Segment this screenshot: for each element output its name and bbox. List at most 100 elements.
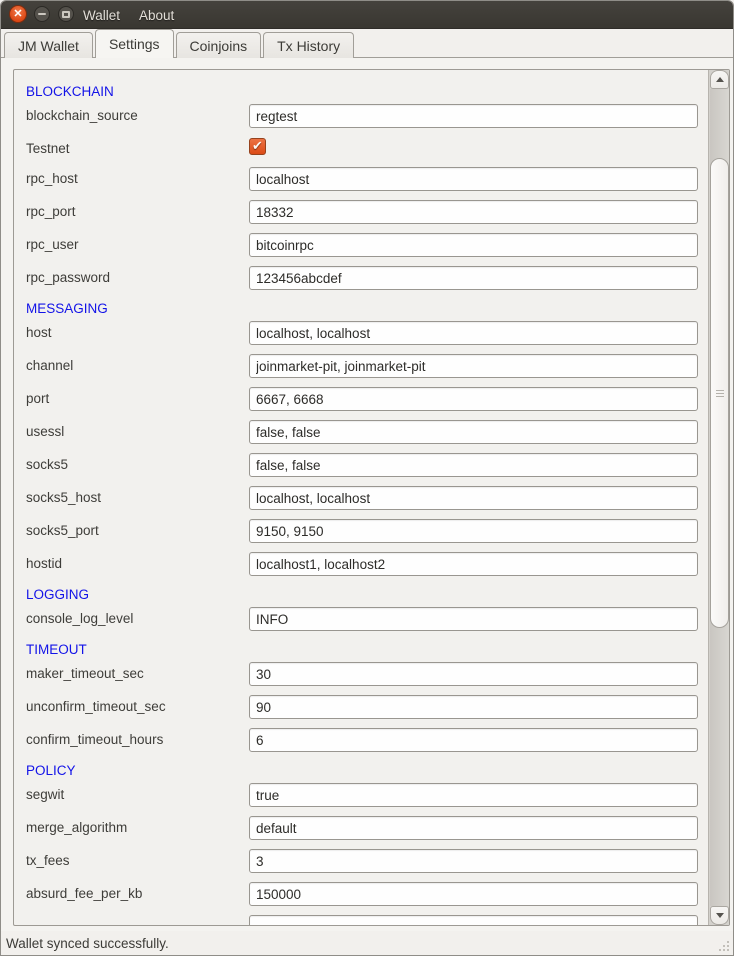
tab-coinjoins[interactable]: Coinjoins <box>176 32 262 58</box>
arrow-down-icon <box>716 913 724 918</box>
field-label: hostid <box>26 552 62 576</box>
menu-about[interactable]: About <box>137 8 176 23</box>
maker-timeout-sec-input[interactable] <box>249 662 698 686</box>
field-label: tx_fees <box>26 849 70 873</box>
close-icon: ✕ <box>13 9 22 20</box>
field-label: socks5 <box>26 453 68 477</box>
rpc-port-input[interactable] <box>249 200 698 224</box>
menubar: Wallet About <box>81 1 176 29</box>
field-label: channel <box>26 354 73 378</box>
rpc-host-input[interactable] <box>249 167 698 191</box>
resize-grip-icon[interactable] <box>727 949 729 951</box>
tab-settings[interactable]: Settings <box>95 29 174 58</box>
minimize-button[interactable] <box>34 6 50 22</box>
field-label: console_log_level <box>26 607 133 631</box>
scrollbar-down-button[interactable] <box>710 906 729 925</box>
field-label: port <box>26 387 49 411</box>
tx-fees-input[interactable] <box>249 849 698 873</box>
absurd-fee-per-kb-input[interactable] <box>249 882 698 906</box>
close-button[interactable]: ✕ <box>9 5 27 23</box>
unconfirm-timeout-sec-input[interactable] <box>249 695 698 719</box>
tab-pane: BLOCKCHAINblockchain_source Testnet ✔ rpc_h… <box>1 57 734 932</box>
section-header-logging: LOGGING <box>14 585 708 607</box>
settings-row: merge_algorithm <box>14 816 708 849</box>
section-header-policy: POLICY <box>14 761 708 783</box>
settings-row: tx_fees <box>14 849 708 882</box>
grip-icon <box>716 393 724 394</box>
field-label: blockchain_source <box>26 104 138 128</box>
settings-row: segwit <box>14 783 708 816</box>
settings-row: socks5_port <box>14 519 708 552</box>
blockchain-source-input[interactable] <box>249 104 698 128</box>
field-label: rpc_password <box>26 266 110 290</box>
tab-jm-wallet[interactable]: JM Wallet <box>4 32 93 58</box>
settings-row: rpc_port <box>14 200 708 233</box>
console-log-level-input[interactable] <box>249 607 698 631</box>
field-label: unconfirm_timeout_sec <box>26 695 166 719</box>
field-label: rpc_user <box>26 233 79 257</box>
field-label: rpc_host <box>26 167 78 191</box>
tab-label: Coinjoins <box>190 38 248 54</box>
settings-row: maker_timeout_sec <box>14 662 708 695</box>
section-header-timeout: TIMEOUT <box>14 640 708 662</box>
hostid-input[interactable] <box>249 552 698 576</box>
tab-label: Tx History <box>277 38 340 54</box>
field-label: usessl <box>26 420 64 444</box>
socks5-port-input[interactable] <box>249 519 698 543</box>
settings-row: socks5_host <box>14 486 708 519</box>
field-label: absurd_fee_per_kb <box>26 882 142 906</box>
arrow-up-icon <box>716 77 724 82</box>
minimize-icon <box>38 13 46 15</box>
settings-row <box>14 915 708 925</box>
section-header-blockchain: BLOCKCHAIN <box>14 82 708 104</box>
settings-row: rpc_user <box>14 233 708 266</box>
tab-label: Settings <box>109 36 160 52</box>
settings-row: rpc_host <box>14 167 708 200</box>
settings-row: channel <box>14 354 708 387</box>
settings-row: port <box>14 387 708 420</box>
socks5-input[interactable] <box>249 453 698 477</box>
confirm-timeout-hours-input[interactable] <box>249 728 698 752</box>
vertical-scrollbar[interactable] <box>708 70 729 925</box>
tab-tx-history[interactable]: Tx History <box>263 32 354 58</box>
settings-row: hostid <box>14 552 708 585</box>
host-input[interactable] <box>249 321 698 345</box>
app-window: ✕ Wallet About JM Wallet Settings Coinjoin… <box>0 0 734 956</box>
field-label: socks5_port <box>26 519 99 543</box>
testnet-checkbox[interactable]: ✔ <box>249 138 266 155</box>
field-label: socks5_host <box>26 486 101 510</box>
settings-row: socks5 <box>14 453 708 486</box>
menu-wallet[interactable]: Wallet <box>81 8 122 23</box>
check-icon: ✔ <box>252 139 263 152</box>
field-label: maker_timeout_sec <box>26 662 144 686</box>
merge-algorithm-input[interactable] <box>249 816 698 840</box>
scrollbar-track[interactable] <box>710 89 729 906</box>
maximize-icon <box>62 11 70 18</box>
usessl-input[interactable] <box>249 420 698 444</box>
settings-row: rpc_password <box>14 266 708 299</box>
titlebar: ✕ Wallet About <box>1 1 733 29</box>
port-input[interactable] <box>249 387 698 411</box>
maximize-button[interactable] <box>58 6 74 22</box>
settings-row: host <box>14 321 708 354</box>
settings-row: confirm_timeout_hours <box>14 728 708 761</box>
socks5-host-input[interactable] <box>249 486 698 510</box>
field-label: rpc_port <box>26 200 76 224</box>
tab-label: JM Wallet <box>18 38 79 54</box>
channel-input[interactable] <box>249 354 698 378</box>
field-label: host <box>26 321 52 345</box>
settings-row: usessl <box>14 420 708 453</box>
segwit-input[interactable] <box>249 783 698 807</box>
scrollbar-up-button[interactable] <box>710 70 729 89</box>
settings-row: console_log_level <box>14 607 708 640</box>
tab-bar: JM Wallet Settings Coinjoins Tx History <box>4 29 356 58</box>
status-bar: Wallet synced successfully. <box>1 931 733 955</box>
rpc-password-input[interactable] <box>249 266 698 290</box>
rpc-user-input[interactable] <box>249 233 698 257</box>
field-label: confirm_timeout_hours <box>26 728 163 752</box>
settings-row: blockchain_source <box>14 104 708 137</box>
field-label: Testnet <box>26 137 70 161</box>
settings-scroll-area: BLOCKCHAINblockchain_source Testnet ✔ rpc_h… <box>13 69 730 926</box>
scrollbar-thumb[interactable] <box>710 158 729 628</box>
field-input[interactable] <box>249 915 698 925</box>
